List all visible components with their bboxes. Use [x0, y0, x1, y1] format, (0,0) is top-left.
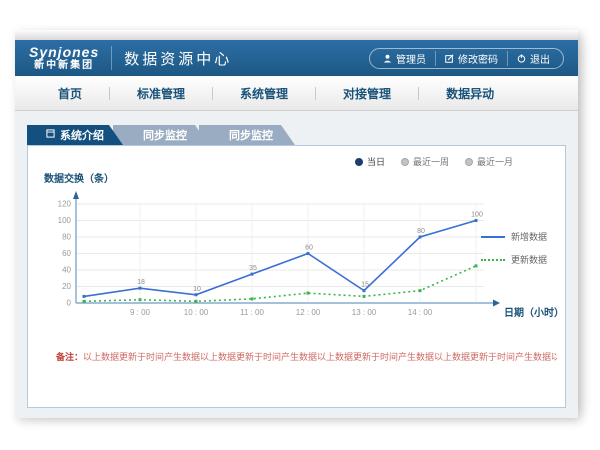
brand-logo-text: Synjones — [29, 45, 99, 60]
current-user-button[interactable]: 管理员 — [374, 51, 435, 66]
legend-label: 更新数据 — [511, 253, 547, 266]
legend-line-sample — [481, 259, 505, 261]
chart-panel: 当日 最近一周 最近一月 数据交换（条） 0 20 40 60 80 100 120 9 : … — [27, 145, 566, 408]
time-range-filter: 当日 最近一周 最近一月 — [355, 155, 513, 168]
header-divider — [111, 46, 112, 70]
app-window: Synjones 新中新集团 数据资源中心 管理员 修改密码 — [15, 30, 578, 418]
nav-item-interface-mgmt[interactable]: 对接管理 — [316, 85, 418, 102]
radio-icon[interactable] — [465, 158, 473, 166]
svg-text:11 : 00: 11 : 00 — [240, 308, 264, 317]
svg-text:14 : 00: 14 : 00 — [408, 308, 433, 317]
tab-sync-monitor-1[interactable]: 同步监控 — [113, 125, 209, 145]
radio-icon[interactable] — [401, 158, 409, 166]
brand-logo-subtext: 新中新集团 — [29, 60, 99, 71]
tab-label: 同步监控 — [229, 127, 273, 143]
nav-item-home[interactable]: 首页 — [31, 85, 109, 102]
svg-text:0: 0 — [67, 299, 72, 308]
tab-label: 系统介绍 — [60, 127, 104, 143]
content-area: 系统介绍 同步监控 同步监控 当日 最近一周 — [15, 111, 578, 418]
legend-entry-new-data: 新增数据 — [481, 230, 547, 243]
nav-item-system-mgmt[interactable]: 系统管理 — [213, 85, 315, 102]
footnote-prefix: 备注： — [56, 352, 83, 362]
nav-item-data-change[interactable]: 数据异动 — [419, 85, 521, 102]
filter-option-last-week[interactable]: 最近一周 — [401, 155, 449, 168]
legend-label: 新增数据 — [511, 230, 547, 243]
user-icon — [383, 54, 392, 63]
y-axis-title: 数据交换（条） — [44, 170, 114, 185]
change-password-label: 修改密码 — [458, 51, 498, 66]
svg-text:80: 80 — [62, 233, 71, 242]
svg-text:13 : 00: 13 : 00 — [352, 308, 377, 317]
svg-text:9 : 00: 9 : 00 — [130, 308, 151, 317]
svg-text:18: 18 — [137, 279, 145, 286]
logout-label: 退出 — [530, 51, 550, 66]
edit-icon — [445, 54, 454, 63]
power-icon — [517, 54, 526, 63]
svg-text:100: 100 — [471, 212, 483, 219]
svg-text:20: 20 — [62, 282, 71, 291]
change-password-button[interactable]: 修改密码 — [435, 51, 507, 66]
tab-system-intro[interactable]: 系统介绍 — [27, 125, 123, 145]
brand-logo[interactable]: Synjones 新中新集团 — [29, 45, 99, 71]
document-icon — [46, 129, 55, 141]
filter-label: 当日 — [367, 155, 385, 168]
legend-entry-update-data: 更新数据 — [481, 253, 547, 266]
footnote-text: 以上数据更新于时间产生数据以上数据更新于时间产生数据以上数据更新于时间产生数据以… — [83, 352, 557, 362]
filter-label: 最近一月 — [477, 155, 513, 168]
chart-legend: 新增数据 更新数据 — [481, 230, 547, 266]
svg-text:日期（小时）: 日期（小时） — [504, 306, 561, 319]
app-header: Synjones 新中新集团 数据资源中心 管理员 修改密码 — [15, 40, 578, 76]
svg-text:12 : 00: 12 : 00 — [296, 308, 321, 317]
svg-text:40: 40 — [62, 266, 71, 275]
svg-text:60: 60 — [62, 249, 71, 258]
svg-text:10: 10 — [193, 286, 201, 293]
filter-option-today[interactable]: 当日 — [355, 155, 385, 168]
svg-text:15: 15 — [361, 282, 369, 289]
svg-text:35: 35 — [249, 265, 257, 272]
window-top-strip — [15, 30, 578, 40]
tab-label: 同步监控 — [143, 127, 187, 143]
legend-line-sample — [481, 236, 505, 238]
tab-bar: 系统介绍 同步监控 同步监控 — [27, 125, 295, 145]
tab-sync-monitor-2[interactable]: 同步监控 — [199, 125, 295, 145]
user-toolbar: 管理员 修改密码 退出 — [369, 48, 564, 69]
main-nav: 首页 标准管理 系统管理 对接管理 数据异动 — [15, 76, 578, 111]
svg-text:10 : 00: 10 : 00 — [184, 308, 209, 317]
logout-button[interactable]: 退出 — [507, 51, 559, 66]
radio-icon[interactable] — [355, 158, 363, 166]
svg-text:120: 120 — [58, 200, 72, 209]
filter-option-last-month[interactable]: 最近一月 — [465, 155, 513, 168]
svg-text:100: 100 — [58, 216, 72, 225]
user-name-label: 管理员 — [396, 51, 426, 66]
nav-item-standard-mgmt[interactable]: 标准管理 — [110, 85, 212, 102]
page-title: 数据资源中心 — [124, 48, 232, 69]
filter-label: 最近一周 — [413, 155, 449, 168]
svg-text:60: 60 — [305, 245, 313, 252]
svg-text:80: 80 — [417, 228, 425, 235]
footnote: 备注：以上数据更新于时间产生数据以上数据更新于时间产生数据以上数据更新于时间产生… — [56, 350, 557, 363]
